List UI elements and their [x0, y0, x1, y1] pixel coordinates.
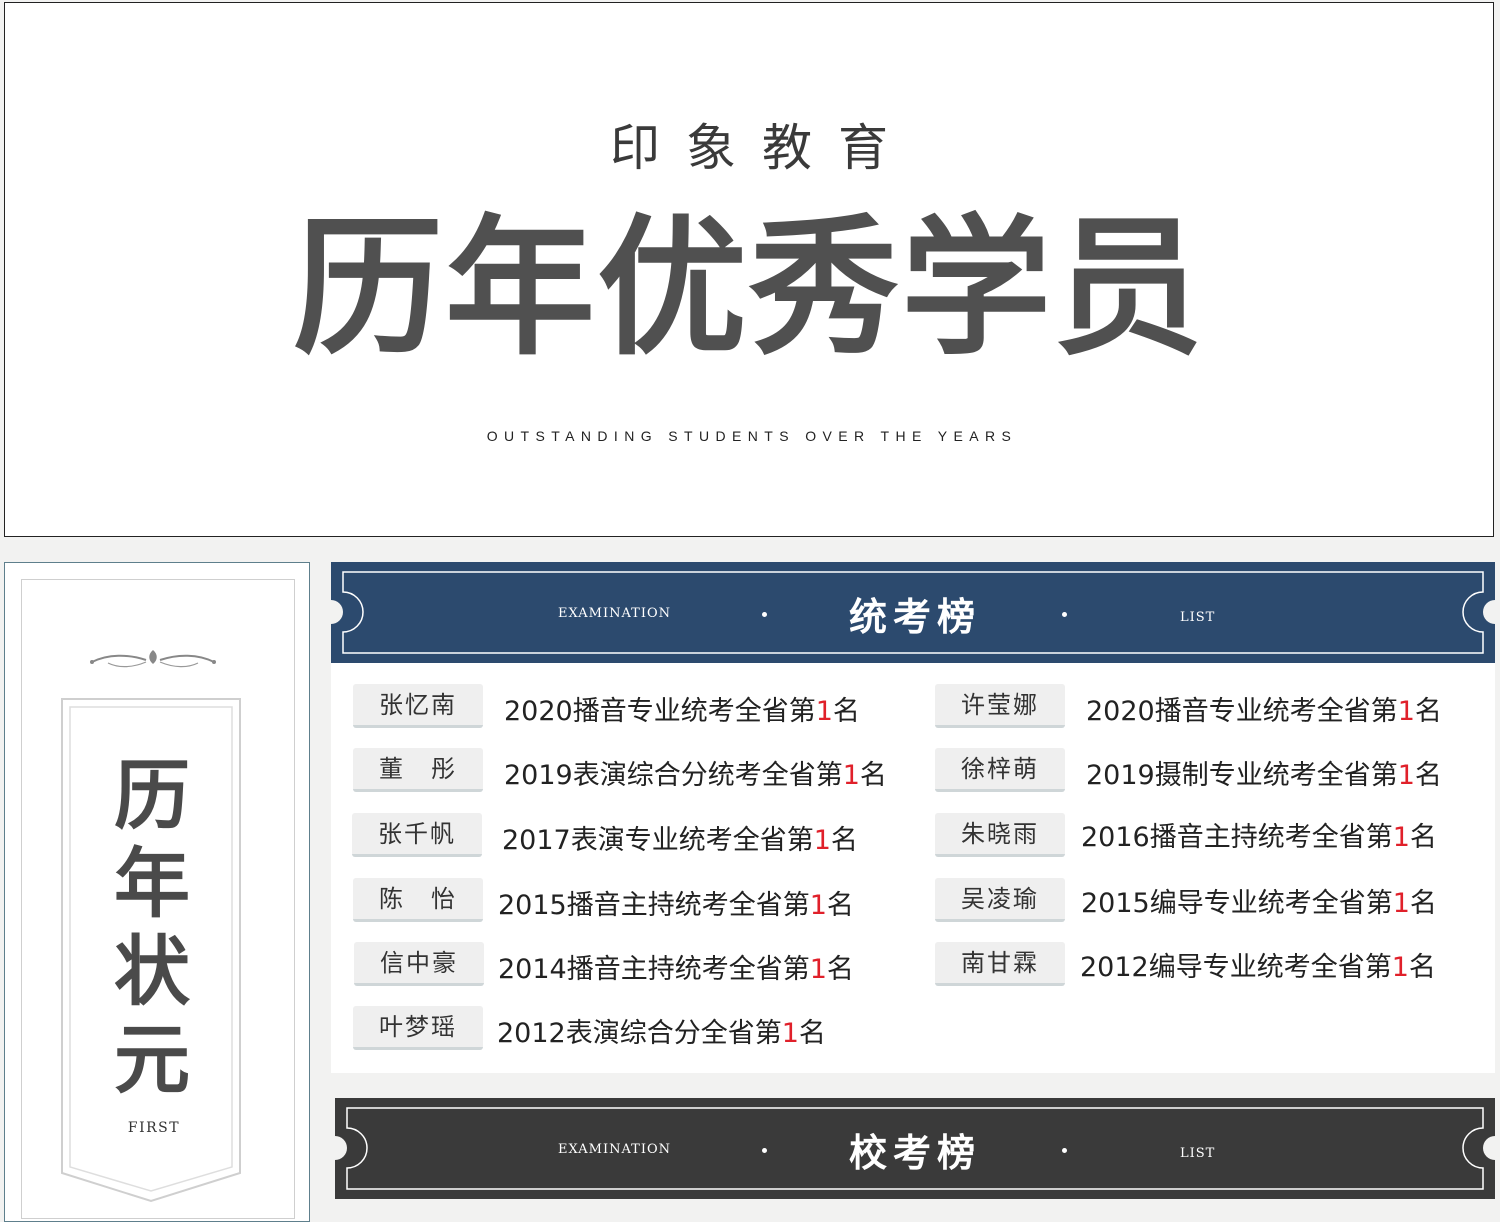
ribbon-right-label: LIST	[1180, 610, 1216, 625]
ribbon-right-label: LIST	[1180, 1146, 1216, 1161]
brand-name: 印象教育	[610, 119, 914, 177]
title-banner: 印象教育 历年优秀学员 OUTSTANDING STUDENTS OVER TH…	[4, 2, 1494, 537]
top-scholar-subtitle: FIRST	[127, 1120, 181, 1136]
student-name-tag: 徐梓萌	[935, 748, 1065, 792]
unified-exam-list: 张忆南 2020播音专业统考全省第1名 许莹娜 2020播音专业统考全省第1名 …	[331, 663, 1495, 1073]
school-exam-title: 校考榜	[849, 1130, 982, 1175]
ribbon-dot	[1062, 612, 1067, 617]
title-char: 历	[114, 751, 190, 840]
unified-exam-title: 统考榜	[849, 594, 982, 639]
flourish-ornament-icon	[90, 650, 216, 668]
achievement-text: 2020播音专业统考全省第1名	[504, 696, 860, 727]
title-char: 元	[114, 1015, 190, 1104]
student-name-tag: 董 彤	[353, 748, 483, 792]
achievement-text: 2015播音主持统考全省第1名	[498, 890, 854, 921]
ribbon-left-label: EXAMINATION	[558, 606, 672, 621]
achievement-text: 2019表演综合分统考全省第1名	[504, 760, 887, 791]
achievement-text: 2015编导专业统考全省第1名	[1081, 888, 1437, 919]
title-char: 状	[114, 927, 190, 1016]
student-name-tag: 南甘霖	[935, 942, 1065, 986]
school-exam-header: EXAMINATION 校考榜 LIST	[335, 1098, 1495, 1199]
title-char: 年	[114, 839, 190, 928]
achievement-text: 2012编导专业统考全省第1名	[1080, 952, 1436, 983]
achievement-text: 2014播音主持统考全省第1名	[498, 954, 854, 985]
student-name-tag: 信中豪	[354, 942, 484, 986]
student-name-tag: 张忆南	[353, 684, 483, 728]
achievement-text: 2012表演综合分全省第1名	[497, 1018, 826, 1049]
top-scholar-title: 历 年 状 元	[110, 752, 194, 1104]
page-subheadline: OUTSTANDING STUDENTS OVER THE YEARS	[486, 428, 1018, 444]
achievement-text: 2020播音专业统考全省第1名	[1086, 696, 1442, 727]
student-name-tag: 陈 怡	[353, 878, 483, 922]
achievement-text: 2017表演专业统考全省第1名	[502, 825, 858, 856]
ribbon-dot	[762, 1148, 767, 1153]
ribbon-left-label: EXAMINATION	[558, 1142, 672, 1157]
student-name-tag: 叶梦瑶	[353, 1006, 483, 1050]
student-name-tag: 吴凌瑜	[935, 878, 1065, 922]
unified-exam-header: EXAMINATION 统考榜 LIST	[331, 562, 1495, 663]
ribbon-dot	[762, 612, 767, 617]
page-headline: 历年优秀学员	[292, 200, 1205, 376]
student-name-tag: 张千帆	[352, 813, 482, 857]
achievement-text: 2016播音主持统考全省第1名	[1081, 822, 1437, 853]
ribbon-dot	[1062, 1148, 1067, 1153]
student-name-tag: 许莹娜	[935, 684, 1065, 728]
achievement-text: 2019摄制专业统考全省第1名	[1086, 760, 1442, 791]
student-name-tag: 朱晓雨	[935, 813, 1065, 857]
